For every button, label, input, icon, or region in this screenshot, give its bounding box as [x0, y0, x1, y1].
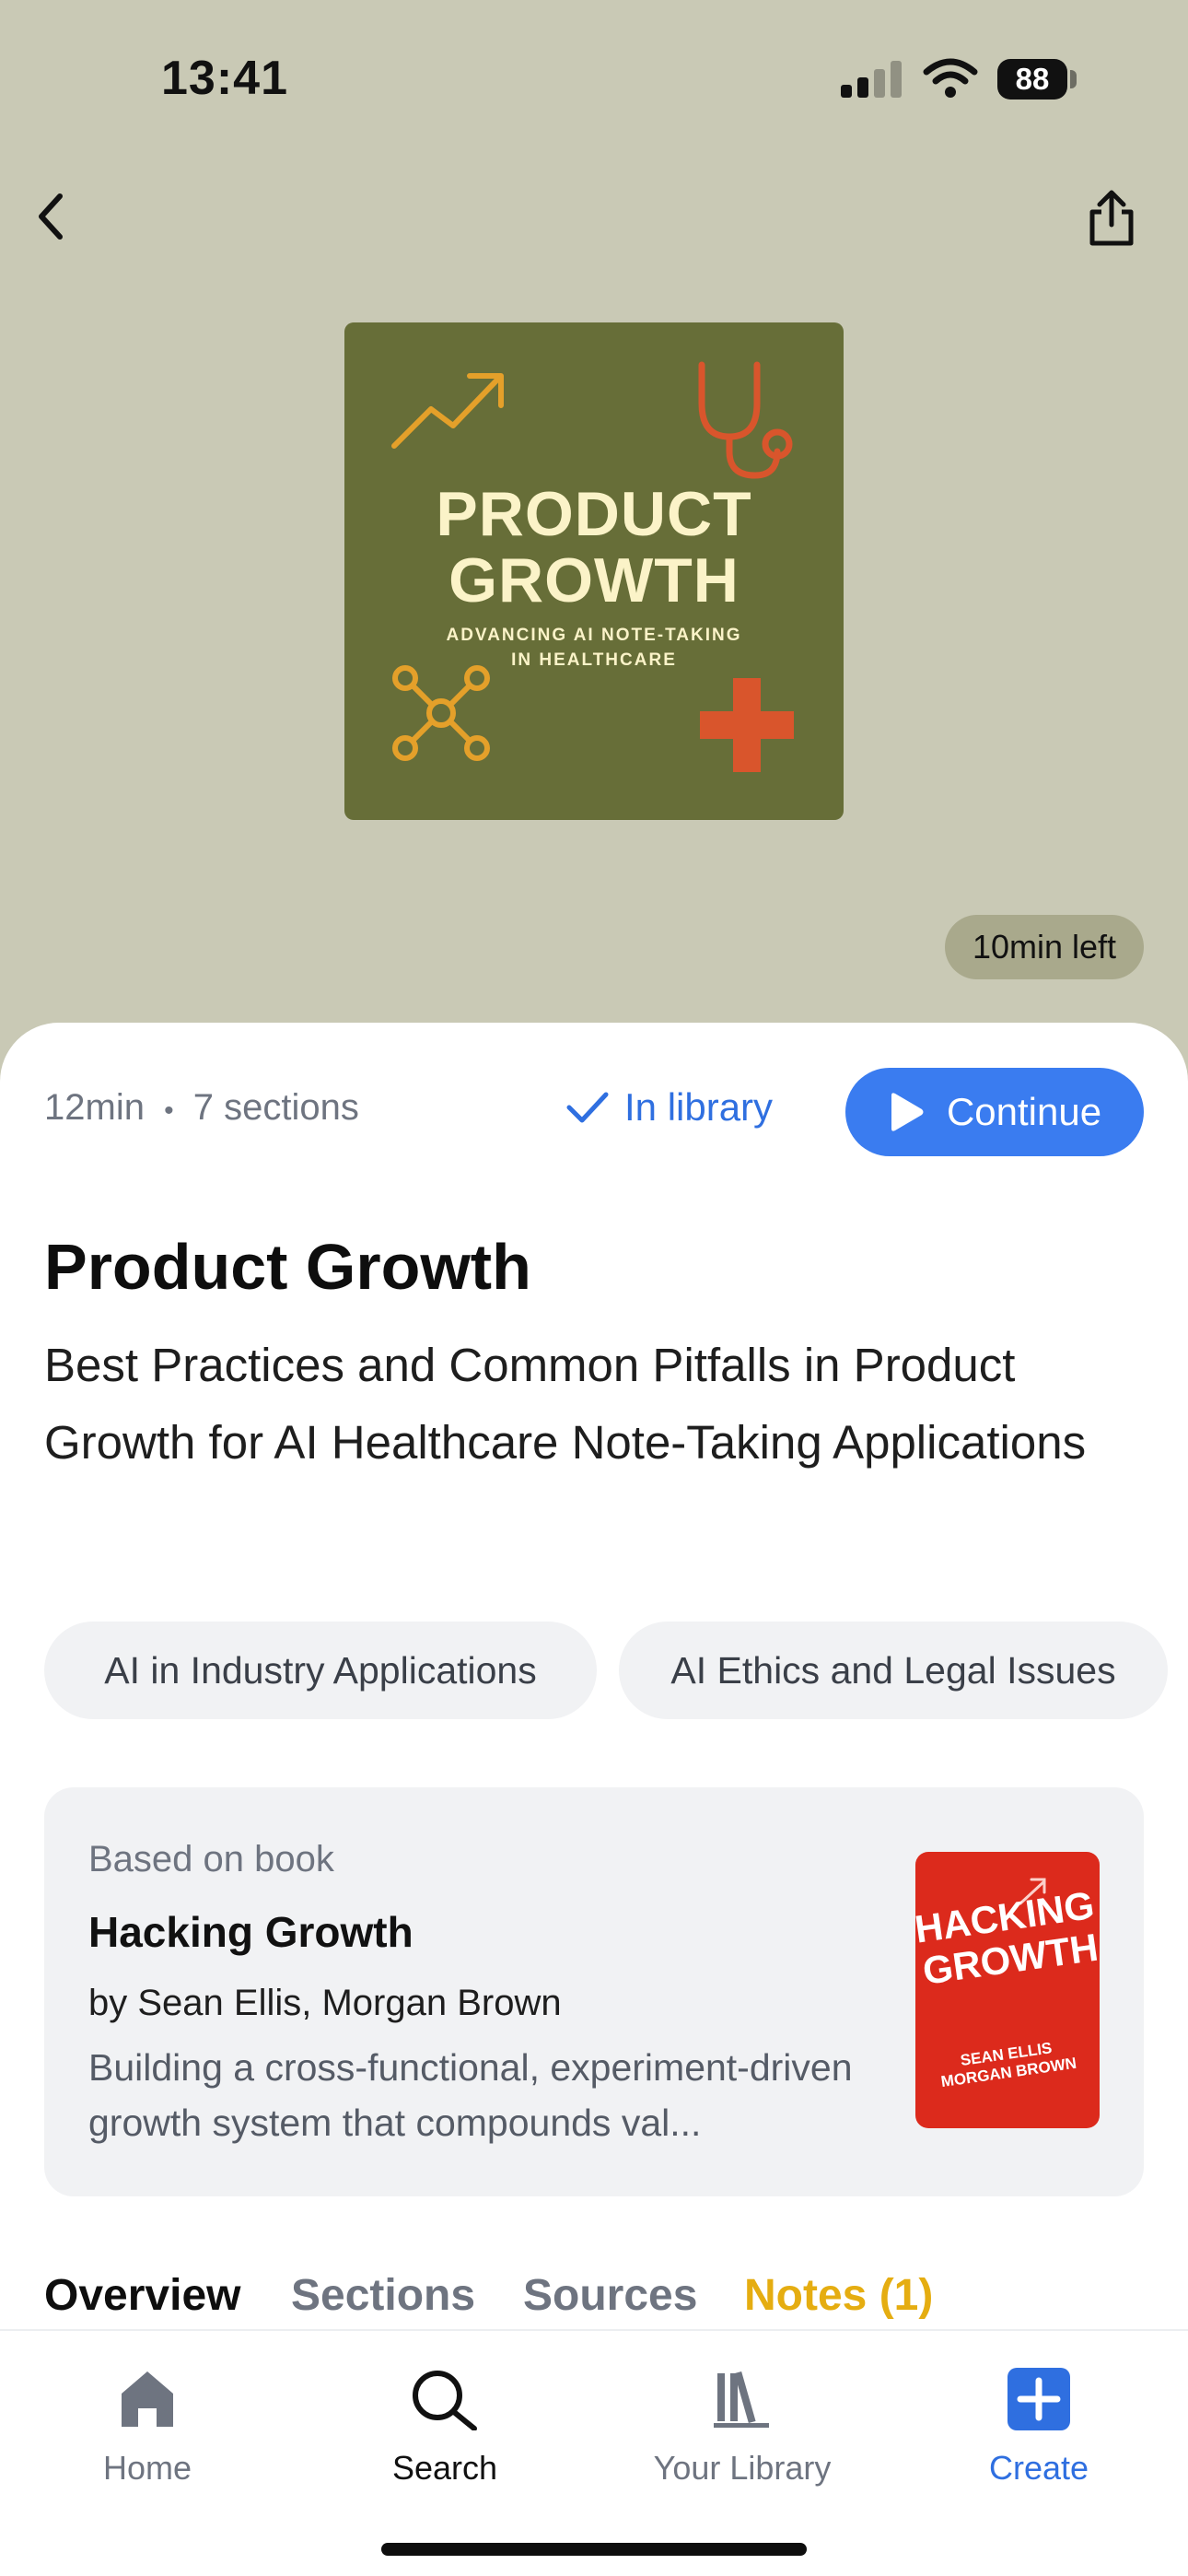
share-icon: [1089, 190, 1134, 246]
search-icon: [413, 2371, 477, 2430]
battery-tip: [1070, 70, 1077, 88]
duration: 12min: [44, 1087, 145, 1128]
stethoscope-icon: [698, 361, 793, 479]
book-cover: HACKING GROWTH SEAN ELLIS MORGAN BROWN: [915, 1852, 1100, 2128]
book-title: Hacking Growth: [88, 1908, 413, 1956]
nav-search-label: Search: [391, 2449, 498, 2487]
nav-create-label: Create: [988, 2449, 1089, 2487]
play-icon: [891, 1093, 924, 1131]
tab-bar-divider: [0, 2329, 1188, 2331]
book-cover-title: HACKING GROWTH: [915, 1883, 1100, 1994]
medical-cross-icon: [700, 678, 794, 772]
time-left-badge: 10min left: [945, 915, 1144, 979]
chevron-left-icon: [39, 193, 63, 240]
cover-title-line2: GROWTH: [448, 545, 740, 615]
tab-notes[interactable]: Notes (1): [744, 2270, 933, 2321]
wifi-icon: [923, 57, 978, 104]
tab-sections[interactable]: Sections: [291, 2270, 475, 2321]
episode-meta: 12min • 7 sections: [44, 1087, 359, 1129]
nav-home[interactable]: Home: [46, 2368, 249, 2488]
cover-title-line1: PRODUCT: [436, 479, 752, 549]
tag-chip[interactable]: AI Ethics and Legal Issues: [619, 1622, 1168, 1719]
nav-search[interactable]: Search: [344, 2368, 546, 2488]
in-library-button[interactable]: In library: [565, 1071, 773, 1144]
book-cover-authors: SEAN ELLIS MORGAN BROWN: [915, 2032, 1100, 2094]
book-label: Based on book: [88, 1839, 334, 1879]
page-subtitle: Best Practices and Common Pitfalls in Pr…: [44, 1339, 1087, 1469]
tab-overview[interactable]: Overview: [44, 2270, 240, 2321]
checkmark-icon: [566, 1092, 609, 1123]
in-library-label: In library: [624, 1085, 774, 1129]
book-authors: by Sean Ellis, Morgan Brown: [88, 1983, 562, 2023]
cover-title: PRODUCT GROWTH: [344, 481, 844, 614]
cover-subtitle-line1: ADVANCING AI NOTE-TAKING: [446, 626, 742, 645]
page-title: Product Growth: [44, 1231, 531, 1303]
home-icon: [122, 2371, 173, 2427]
continue-label: Continue: [946, 1090, 1102, 1133]
podcast-cover: PRODUCT GROWTH ADVANCING AI NOTE-TAKING …: [344, 322, 844, 820]
plus-icon: [1007, 2368, 1070, 2430]
network-icon: [392, 665, 490, 761]
home-indicator: [381, 2543, 807, 2556]
nav-library-label: Your Library: [653, 2449, 832, 2487]
trend-up-icon: [391, 373, 504, 449]
tab-sources[interactable]: Sources: [523, 2270, 697, 2321]
nav-create[interactable]: Create: [938, 2368, 1140, 2488]
nav-library[interactable]: Your Library: [641, 2368, 844, 2488]
status-time: 13:41: [161, 52, 288, 105]
back-button[interactable]: [18, 184, 83, 249]
section-count: 7 sections: [192, 1087, 359, 1128]
nav-home-label: Home: [102, 2449, 192, 2487]
signal-icon: [841, 61, 903, 104]
continue-button[interactable]: Continue: [845, 1068, 1144, 1156]
meta-separator: •: [164, 1095, 174, 1126]
library-icon: [714, 2371, 769, 2428]
battery-indicator: 88: [997, 59, 1067, 100]
tag-chip[interactable]: AI in Industry Applications: [44, 1622, 597, 1719]
book-description: Building a cross-functional, experiment-…: [88, 2046, 853, 2144]
share-button[interactable]: [1077, 184, 1146, 252]
